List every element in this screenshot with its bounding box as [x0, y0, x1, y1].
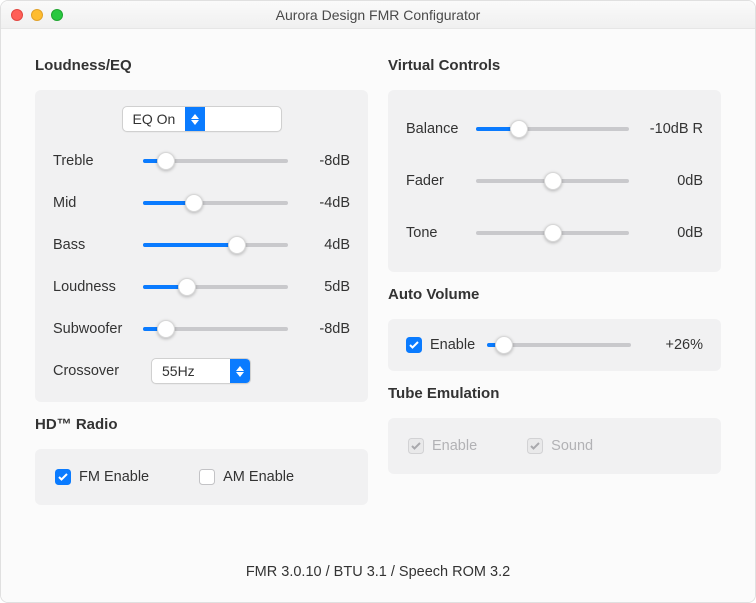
bass-value: 4dB: [288, 237, 350, 253]
auto-volume-panel: Enable +26%: [388, 319, 721, 371]
tone-value: 0dB: [629, 225, 703, 241]
tone-slider[interactable]: [476, 223, 629, 243]
window-controls: [11, 9, 63, 21]
am-enable-label: AM Enable: [223, 469, 294, 485]
am-enable-checkbox[interactable]: AM Enable: [199, 469, 294, 485]
mid-label: Mid: [53, 195, 143, 211]
treble-slider[interactable]: [143, 151, 288, 171]
zoom-icon[interactable]: [51, 9, 63, 21]
chevron-up-down-icon: [230, 359, 250, 383]
checkbox-checked-icon: [55, 469, 71, 485]
auto-volume-slider[interactable]: [487, 335, 631, 355]
bass-label: Bass: [53, 237, 143, 253]
mid-slider[interactable]: [143, 193, 288, 213]
chevron-up-down-icon: [185, 107, 205, 131]
hd-radio-title: HD™ Radio: [35, 416, 368, 433]
crossover-value: 55Hz: [152, 363, 205, 379]
crossover-select[interactable]: 55Hz: [151, 358, 251, 384]
tube-sound-checkbox: Sound: [527, 438, 593, 454]
loudness-eq-panel: EQ On Treble -8dB: [35, 90, 368, 402]
fm-enable-checkbox[interactable]: FM Enable: [55, 469, 149, 485]
subwoofer-slider[interactable]: [143, 319, 288, 339]
fader-value: 0dB: [629, 173, 703, 189]
minimize-icon[interactable]: [31, 9, 43, 21]
subwoofer-value: -8dB: [288, 321, 350, 337]
checkbox-disabled-checked-icon: [408, 438, 424, 454]
checkbox-disabled-checked-icon: [527, 438, 543, 454]
tube-emulation-panel: Enable Sound: [388, 418, 721, 474]
auto-volume-value: +26%: [643, 337, 703, 353]
tube-emulation-title: Tube Emulation: [388, 385, 721, 402]
hd-radio-panel: FM Enable AM Enable: [35, 449, 368, 505]
subwoofer-label: Subwoofer: [53, 321, 143, 337]
checkbox-checked-icon: [406, 337, 422, 353]
fader-slider[interactable]: [476, 171, 629, 191]
bass-slider[interactable]: [143, 235, 288, 255]
checkbox-unchecked-icon: [199, 469, 215, 485]
titlebar: Aurora Design FMR Configurator: [1, 1, 755, 29]
auto-volume-title: Auto Volume: [388, 286, 721, 303]
treble-label: Treble: [53, 153, 143, 169]
balance-label: Balance: [406, 121, 476, 137]
auto-volume-enable-checkbox[interactable]: Enable: [406, 337, 475, 353]
fm-enable-label: FM Enable: [79, 469, 149, 485]
auto-volume-enable-label: Enable: [430, 337, 475, 353]
footer-version: FMR 3.0.10 / BTU 3.1 / Speech ROM 3.2: [35, 546, 721, 586]
window-title: Aurora Design FMR Configurator: [1, 7, 755, 23]
fader-label: Fader: [406, 173, 476, 189]
loudness-eq-title: Loudness/EQ: [35, 57, 368, 74]
tube-enable-checkbox: Enable: [408, 438, 477, 454]
close-icon[interactable]: [11, 9, 23, 21]
treble-value: -8dB: [288, 153, 350, 169]
virtual-controls-panel: Balance -10dB R Fader 0dB: [388, 90, 721, 272]
virtual-controls-title: Virtual Controls: [388, 57, 721, 74]
tube-sound-label: Sound: [551, 438, 593, 454]
tube-enable-label: Enable: [432, 438, 477, 454]
loudness-label: Loudness: [53, 279, 143, 295]
mid-value: -4dB: [288, 195, 350, 211]
loudness-slider[interactable]: [143, 277, 288, 297]
loudness-value: 5dB: [288, 279, 350, 295]
eq-mode-select[interactable]: EQ On: [122, 106, 282, 132]
app-window: Aurora Design FMR Configurator Loudness/…: [0, 0, 756, 603]
balance-slider[interactable]: [476, 119, 629, 139]
tone-label: Tone: [406, 225, 476, 241]
balance-value: -10dB R: [629, 121, 703, 137]
eq-mode-value: EQ On: [123, 111, 186, 127]
crossover-label: Crossover: [53, 363, 143, 379]
